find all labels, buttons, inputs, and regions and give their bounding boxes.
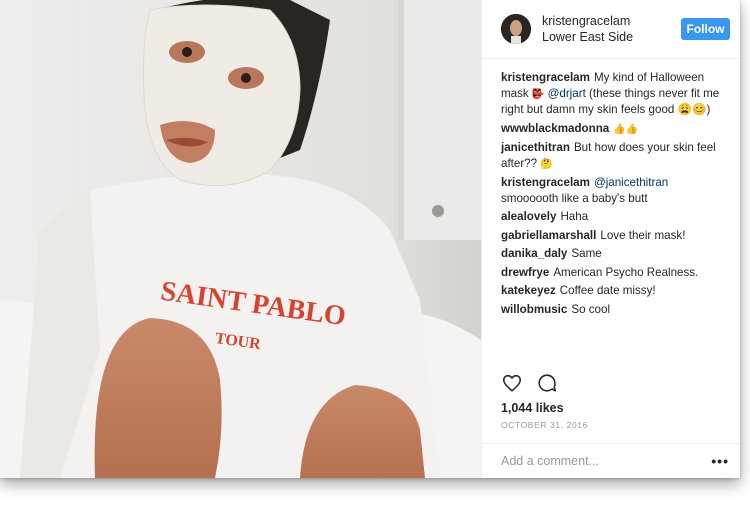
comment-item: willobmusic So cool — [501, 302, 728, 318]
more-options-icon[interactable]: ••• — [711, 453, 729, 469]
comment-username[interactable]: alealovely — [501, 210, 556, 223]
comment-item: kristengracelam My kind of Halloween mask… — [501, 70, 728, 118]
comment-bar: ••• — [482, 443, 740, 478]
comment-text: Coffee date missy! — [559, 284, 656, 297]
likes-count[interactable]: 1,044 likes — [501, 401, 564, 415]
post-actions — [501, 372, 558, 394]
comment-text-end: smoooooth like a baby's butt — [501, 191, 648, 205]
comment-text: Haha — [560, 210, 589, 223]
post-date[interactable]: OCTOBER 31, 2016 — [501, 420, 588, 430]
post-username[interactable]: kristengracelam — [542, 14, 633, 29]
comment-item: kristengracelam @janicethitran smoooooth … — [501, 175, 728, 206]
comment-item: gabriellamarshall Love their mask! — [501, 228, 728, 244]
add-comment-input[interactable] — [501, 454, 712, 468]
comment-item: janicethitran But how does your skin feel… — [501, 140, 728, 172]
comment-bubble-icon[interactable] — [536, 372, 558, 394]
comment-item: alealovely Haha — [501, 209, 728, 225]
comment-username[interactable]: wwwblackmadonna — [501, 122, 609, 135]
comment-text: American Psycho Realness. — [553, 265, 699, 279]
comment-username[interactable]: danika_daly — [501, 247, 567, 260]
comment-text: So cool — [571, 302, 611, 316]
post-sidebar: kristengracelam Lower East Side Follow k… — [481, 0, 740, 478]
comments-list: kristengracelam My kind of Halloween mask… — [482, 59, 740, 317]
comment-username[interactable]: kristengracelam — [501, 71, 590, 84]
comment-emoji: 👍👍 — [613, 123, 639, 135]
instagram-post-card: SAINT PABLO TOUR kristengracelam Lower E… — [0, 0, 740, 478]
comment-text: Love their mask! — [600, 228, 686, 242]
heart-icon[interactable] — [501, 372, 523, 394]
avatar[interactable] — [501, 14, 531, 44]
comment-username[interactable]: katekeyez — [501, 284, 556, 297]
comment-emoji: 👺 — [531, 88, 545, 100]
comment-username[interactable]: kristengracelam — [501, 176, 590, 189]
post-header: kristengracelam Lower East Side Follow — [482, 0, 740, 59]
comment-username[interactable]: drewfrye — [501, 266, 549, 279]
comment-item: drewfrye American Psycho Realness. — [501, 265, 728, 281]
comment-emoji: 🤔 — [540, 158, 553, 170]
avatar-image — [501, 14, 531, 44]
comment-mention[interactable]: @janicethitran — [594, 176, 668, 189]
comment-username[interactable]: janicethitran — [501, 141, 570, 154]
post-photo[interactable]: SAINT PABLO TOUR — [0, 0, 481, 478]
comment-mention[interactable]: @drjart — [548, 87, 586, 100]
comment-item: wwwblackmadonna 👍👍 — [501, 121, 728, 138]
post-location[interactable]: Lower East Side — [542, 30, 633, 45]
post-photo-illustration: SAINT PABLO TOUR — [0, 0, 481, 478]
follow-button[interactable]: Follow — [681, 18, 730, 40]
comment-text: Same — [571, 247, 602, 260]
comment-username[interactable]: willobmusic — [501, 303, 567, 316]
comment-username[interactable]: gabriellamarshall — [501, 229, 596, 242]
user-block: kristengracelam Lower East Side — [542, 14, 633, 45]
comment-item: katekeyez Coffee date missy! — [501, 283, 728, 299]
comment-item: danika_daly Same — [501, 246, 728, 262]
